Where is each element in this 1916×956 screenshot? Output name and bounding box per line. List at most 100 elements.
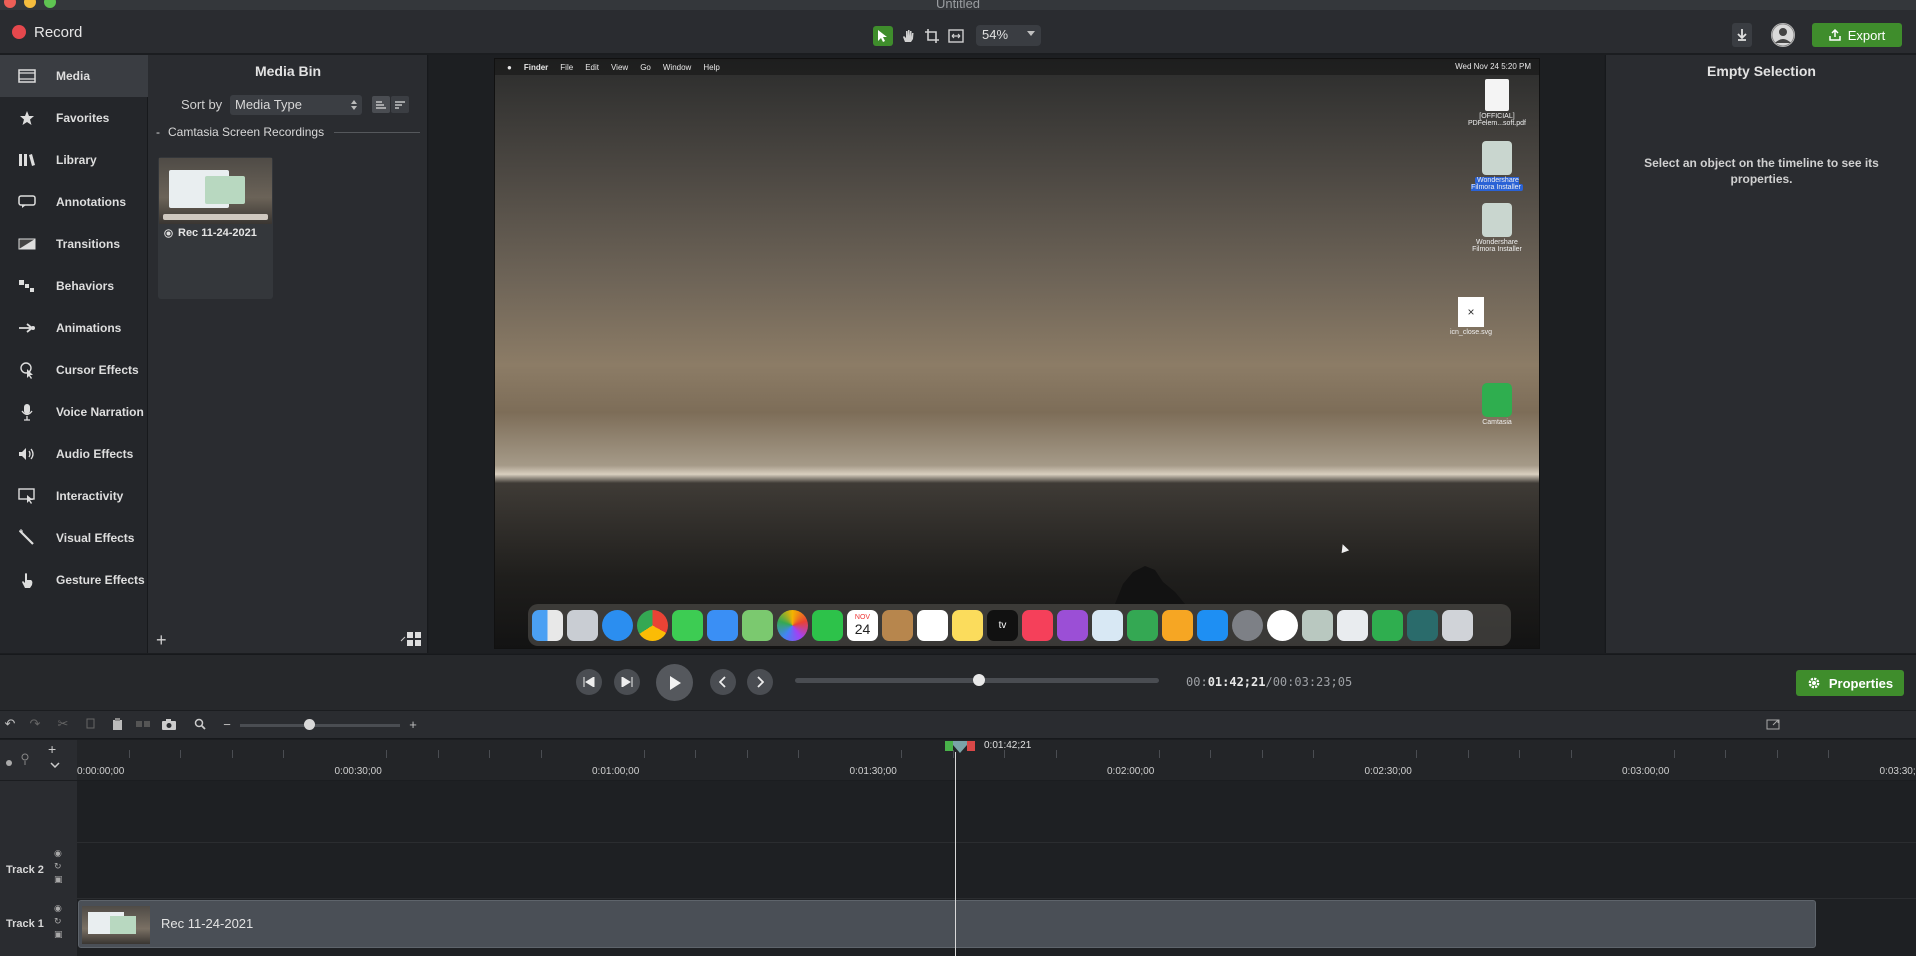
magnifier-icon[interactable] [20,752,30,766]
copy-icon[interactable] [84,717,98,731]
sort-by-select[interactable]: Media Type [230,95,362,115]
ruler-tick-label: 0:02:30;00 [1364,766,1412,777]
sort-ascending-icon [376,100,386,109]
crop-icon[interactable] [922,26,942,46]
nav-item-media[interactable]: Media [0,55,148,97]
ruler-tick-mark [1673,750,1675,758]
left-nav: Media Favorites Library Annotations Tran… [0,55,148,653]
select-tool-icon[interactable] [873,26,893,46]
properties-button[interactable]: Properties [1796,670,1904,696]
ruler-tick-mark [1313,750,1314,758]
top-toolbar: Record 54% Export [0,10,1916,54]
loop-icon[interactable]: ↻ [54,915,63,928]
keynote-icon [1092,609,1123,641]
ruler-tick-mark [1725,750,1726,758]
camtasia-app-icon [1482,383,1512,417]
ruler-tick-label: 0:00:30;00 [334,766,382,777]
play-button[interactable] [656,664,693,701]
timeline-zoom-slider[interactable] [240,724,400,727]
cut-icon[interactable]: ✂ [56,716,70,731]
installer-package-icon [1482,141,1512,175]
add-media-icon[interactable]: + [156,630,167,651]
apple-icon: ● [507,62,512,72]
recordings-group-header[interactable]: - Camtasia Screen Recordings [156,125,324,139]
zoom-search-icon[interactable] [193,717,207,731]
undo-icon[interactable]: ↶ [3,716,17,731]
clip-name: Rec 11-24-2021 [164,227,257,239]
installer-icon [1302,609,1333,641]
split-icon[interactable] [136,717,150,731]
step-forward-button[interactable] [614,669,640,695]
nav-item-favorites[interactable]: Favorites [0,97,148,139]
clip-bar-thumbnail [82,906,150,944]
previous-marker-button[interactable] [710,669,736,695]
ruler-tick-mark [901,750,902,758]
playhead-handle[interactable] [945,741,975,753]
zoom-select[interactable]: 54% [976,25,1041,46]
export-label: Export [1847,27,1886,43]
view-toggle-grid-icon[interactable] [400,631,422,647]
nav-item-annotations[interactable]: Annotations [0,181,148,223]
timeline-clip[interactable]: Rec 11-24-2021 [78,900,1816,948]
share-download-button[interactable] [1732,23,1752,47]
desktop-icon-label: icn_close.svg [1449,329,1493,336]
nav-item-interactivity[interactable]: Interactivity [0,475,148,517]
clip-thumbnail [159,158,272,224]
next-marker-button[interactable] [747,669,773,695]
media-clip-item[interactable]: Rec 11-24-2021 [158,157,273,299]
music-icon [1022,609,1053,641]
sort-ascending-button[interactable] [372,96,390,113]
add-track-icon[interactable]: + [48,741,56,757]
nav-label: Annotations [56,195,126,209]
time-prefix: 00: [1186,675,1208,689]
timeline-zoom-handle[interactable] [304,719,315,730]
menubar-item: View [610,62,629,72]
loop-icon[interactable]: ↻ [54,860,63,873]
menubar-item: Edit [585,62,599,72]
redo-icon[interactable]: ↷ [28,716,42,731]
chevron-down-icon[interactable] [50,762,60,768]
speaker-icon [12,447,42,461]
nav-label: Animations [56,321,122,335]
paste-icon[interactable] [110,717,124,731]
preview-canvas[interactable]: ● Finder File Edit View Go Window Help W… [494,58,1540,649]
detach-timeline-icon[interactable] [1766,717,1780,731]
nav-item-behaviors[interactable]: Behaviors [0,265,148,307]
step-backward-button[interactable] [576,669,602,695]
lock-icon[interactable]: ▣ [54,873,63,886]
scrubber-handle[interactable] [972,674,985,686]
lock-icon[interactable]: ▣ [54,928,63,941]
ruler-tick-mark [1519,750,1520,758]
transitions-icon [12,238,42,250]
fit-canvas-icon[interactable] [946,26,966,46]
nav-item-cursor-effects[interactable]: Cursor Effects [0,349,148,391]
camera-snapshot-icon[interactable] [162,717,176,731]
screen-share-icon [1407,609,1438,641]
export-button[interactable]: Export [1812,23,1902,47]
ruler-tick-mark [1828,750,1829,758]
ruler-tick-label: 0:03:00;00 [1622,766,1670,777]
nav-item-animations[interactable]: Animations [0,307,148,349]
track-1-controls: ◉ ↻ ▣ [54,902,63,941]
nav-item-gesture-effects[interactable]: Gesture Effects [0,559,148,601]
record-button[interactable]: Record [12,22,82,42]
calendar-icon: NOV 24 [847,609,878,641]
track-2-row[interactable] [77,842,1916,898]
account-avatar-icon[interactable] [1771,23,1795,47]
sort-descending-button[interactable] [391,96,409,113]
zoom-out-icon[interactable]: − [220,717,234,732]
nav-item-transitions[interactable]: Transitions [0,223,148,265]
nav-item-visual-effects[interactable]: Visual Effects [0,517,148,559]
facetime-icon [812,609,843,641]
eye-icon[interactable]: ◉ [54,847,63,860]
track-2-controls: ◉ ↻ ▣ [54,847,63,886]
pan-hand-icon[interactable] [898,26,918,46]
nav-item-library[interactable]: Library [0,139,148,181]
microphone-icon [12,403,42,421]
nav-item-audio-effects[interactable]: Audio Effects [0,433,148,475]
eye-icon[interactable]: ◉ [54,902,63,915]
ruler-tick-mark [746,750,748,758]
zoom-in-icon[interactable]: + [406,717,420,732]
ruler-tick-label: 0:01:00;00 [592,766,640,777]
nav-item-voice-narration[interactable]: Voice Narration [0,391,148,433]
